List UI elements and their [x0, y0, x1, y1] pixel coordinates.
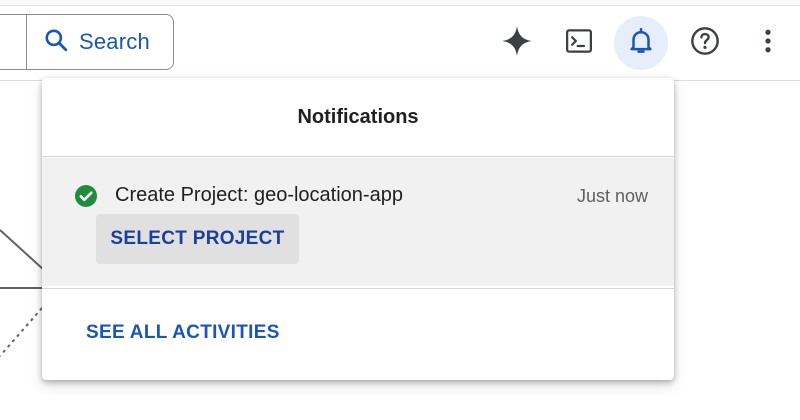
gemini-button[interactable] — [490, 16, 544, 70]
search-input[interactable] — [0, 14, 26, 70]
search-button-label: Search — [79, 29, 150, 54]
notification-time: Just now — [576, 186, 648, 206]
more-options-button[interactable] — [741, 16, 795, 70]
topbar-edge — [0, 0, 800, 6]
help-button[interactable] — [678, 16, 732, 70]
notification-message: Create Project: geo-location-app — [115, 184, 403, 206]
see-all-activities-link[interactable]: SEE ALL ACTIVITIES — [86, 322, 280, 344]
gemini-spark-icon — [500, 24, 534, 63]
notifications-button[interactable] — [614, 16, 668, 70]
panel-divider-bottom — [42, 288, 674, 289]
cloud-shell-button[interactable] — [552, 16, 606, 70]
panel-divider-top — [42, 156, 674, 157]
more-vert-icon — [753, 26, 783, 61]
search-icon — [43, 27, 69, 58]
cloud-shell-terminal-icon — [564, 26, 594, 61]
help-icon — [689, 25, 721, 62]
select-project-button[interactable]: SELECT PROJECT — [96, 214, 299, 264]
notifications-bell-icon — [626, 26, 656, 61]
notifications-panel: Notifications Create Project: geo-locati… — [42, 78, 674, 380]
search-button[interactable]: Search — [26, 14, 174, 70]
console-page: Search Notifications Create Project: geo… — [0, 0, 800, 420]
check-circle-icon — [74, 184, 98, 213]
notifications-title: Notifications — [297, 105, 419, 128]
